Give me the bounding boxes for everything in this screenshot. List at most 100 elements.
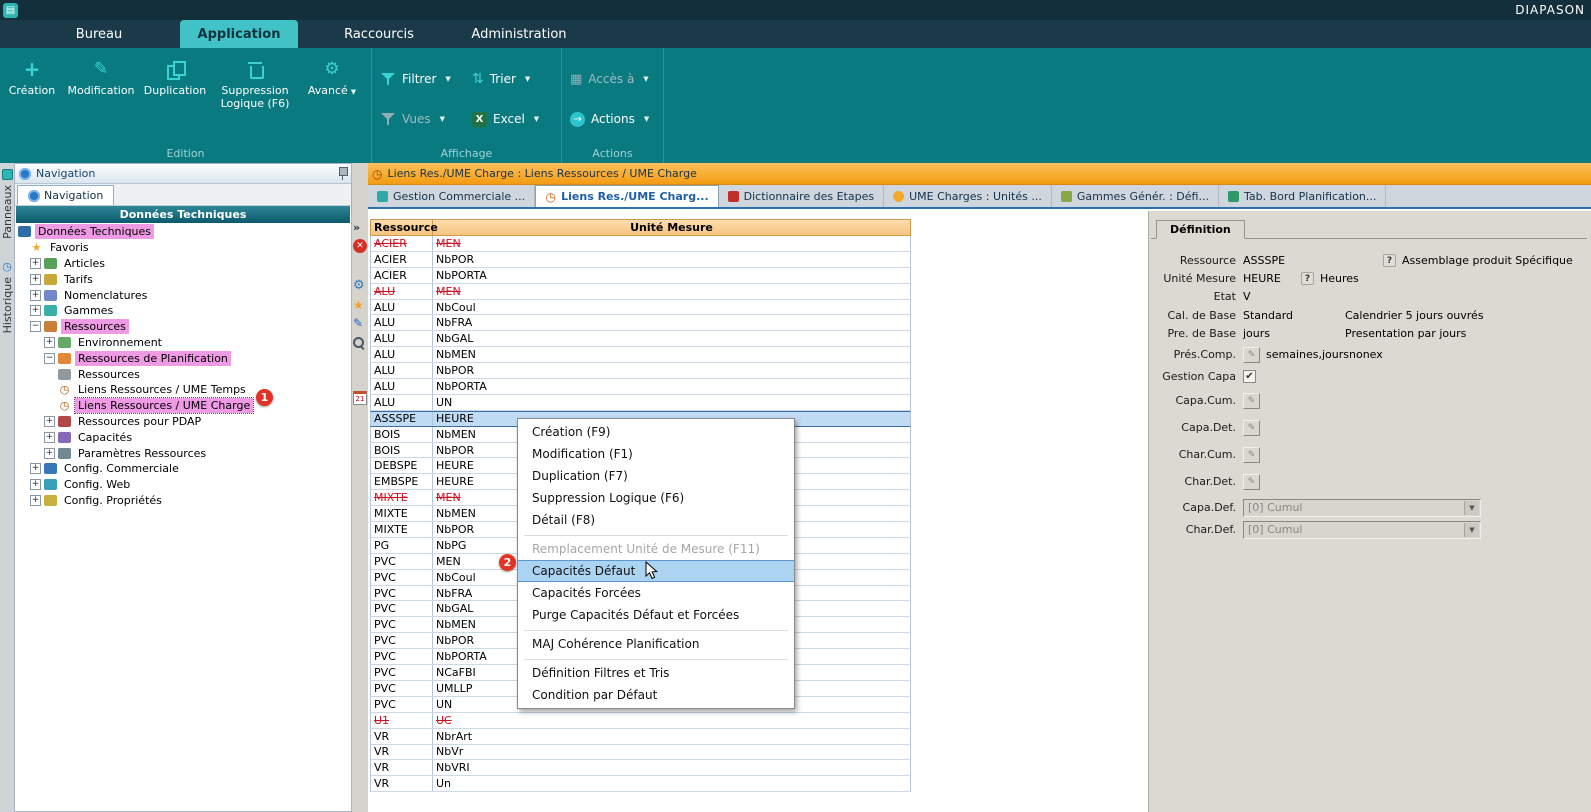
context-menu-item[interactable]: Remplacement Unité de Mesure (F11) <box>518 538 794 560</box>
tree-item[interactable]: Liens Ressources / UME Charge <box>15 398 351 414</box>
char-det-edit-button[interactable] <box>1243 474 1260 490</box>
collapse-panel-button[interactable]: » <box>353 221 360 234</box>
tree-item[interactable]: Données Techniques <box>15 224 351 240</box>
tree-item[interactable]: Gammes <box>15 303 351 319</box>
tab-definition[interactable]: Définition <box>1156 220 1245 239</box>
help-icon[interactable] <box>1301 272 1314 285</box>
tree-expander-icon[interactable] <box>30 290 41 301</box>
tree-expander-icon[interactable] <box>30 274 41 285</box>
document-tab[interactable]: UME Charges : Unités ... <box>884 185 1052 207</box>
capa-def-dropdown[interactable]: [0] Cumul ▼ <box>1243 499 1481 517</box>
context-menu-item[interactable]: Définition Filtres et Tris <box>518 662 794 684</box>
context-menu-item[interactable]: Duplication (F7) <box>518 465 794 487</box>
tree-expander-icon[interactable] <box>44 416 55 427</box>
historique-tab[interactable]: ◷ Historique <box>1 261 14 333</box>
table-row[interactable]: ALU NbMEN <box>370 347 911 363</box>
tab-administration[interactable]: Administration <box>460 20 578 48</box>
pin-icon[interactable] <box>338 167 347 180</box>
tab-raccourcis[interactable]: Raccourcis <box>320 20 438 48</box>
table-row[interactable]: VR Un <box>370 776 911 792</box>
tree-item[interactable]: Capacités <box>15 429 351 445</box>
document-tab[interactable]: Liens Res./UME Charg... <box>535 185 719 207</box>
tree-item[interactable]: Favoris <box>15 240 351 256</box>
table-row[interactable]: ALU NbPORTA <box>370 379 911 395</box>
table-row[interactable]: VR NbVRI <box>370 760 911 776</box>
tree-item[interactable]: Ressources <box>15 319 351 335</box>
document-tab[interactable]: Gammes Génér. : Défi... <box>1052 185 1219 207</box>
tree-expander-icon[interactable] <box>44 448 55 459</box>
excel-button[interactable]: X Excel ▼ <box>468 104 560 134</box>
gestion-capa-checkbox[interactable] <box>1243 370 1256 383</box>
search-icon[interactable] <box>353 337 366 350</box>
document-tab[interactable]: Tab. Bord Planification... <box>1219 185 1386 207</box>
context-menu-item[interactable]: Création (F9) <box>518 421 794 443</box>
context-menu-item[interactable]: MAJ Cohérence Planification <box>518 633 794 655</box>
context-menu-item[interactable]: Condition par Défaut <box>518 684 794 706</box>
tree-item[interactable]: Config. Commerciale <box>15 461 351 477</box>
suppression-button[interactable]: Suppression Logique (F6) <box>213 59 297 110</box>
actions-button[interactable]: → Actions ▼ <box>566 104 662 134</box>
tree-expander-icon[interactable] <box>30 495 41 506</box>
tree-item[interactable]: Paramètres Ressources <box>15 445 351 461</box>
capa-cum-edit-button[interactable] <box>1243 393 1260 409</box>
tree-expander-icon[interactable] <box>30 321 41 332</box>
edit-icon-button[interactable] <box>1243 347 1260 363</box>
navigation-tab[interactable]: Navigation <box>17 185 114 205</box>
vues-button[interactable]: Vues ▼ <box>376 104 468 134</box>
calendar-icon[interactable]: 21 <box>353 391 367 405</box>
tree-item[interactable]: Config. Propriétés <box>15 493 351 509</box>
table-row[interactable]: ALU NbFRA <box>370 315 911 331</box>
tree-item[interactable]: Ressources de Planification <box>15 350 351 366</box>
duplication-button[interactable]: Duplication <box>144 59 206 97</box>
table-row[interactable]: ALU NbGAL <box>370 331 911 347</box>
favorite-star-icon[interactable] <box>353 298 364 312</box>
filtrer-button[interactable]: Filtrer ▼ <box>376 64 468 94</box>
table-row[interactable]: VR NbVr <box>370 745 911 761</box>
document-tab[interactable]: Gestion Commerciale ... <box>368 185 535 207</box>
tree-expander-icon[interactable] <box>30 463 41 474</box>
tree-expander-icon[interactable] <box>30 305 41 316</box>
tree-item[interactable]: Tarifs <box>15 271 351 287</box>
context-menu-item[interactable]: Purge Capacités Défaut et Forcées <box>518 604 794 626</box>
context-menu-item[interactable]: Détail (F8) <box>518 509 794 531</box>
context-menu-item[interactable] <box>524 656 788 660</box>
column-header-ressource[interactable]: Ressource <box>371 220 433 235</box>
table-row[interactable]: ACIER MEN <box>370 236 911 252</box>
table-row[interactable]: ALU MEN <box>370 284 911 300</box>
document-tab[interactable]: Dictionnaire des Etapes <box>719 185 884 207</box>
table-row[interactable]: ACIER NbPORTA <box>370 268 911 284</box>
close-icon[interactable] <box>353 239 367 253</box>
table-row[interactable]: U1 UC <box>370 713 911 729</box>
tree-item[interactable]: Articles <box>15 256 351 272</box>
context-menu-item[interactable]: Modification (F1) <box>518 443 794 465</box>
tree-item[interactable]: Nomenclatures <box>15 287 351 303</box>
tree-item[interactable]: Ressources pour PDAP <box>15 414 351 430</box>
creation-button[interactable]: + Création <box>6 59 58 97</box>
char-cum-edit-button[interactable] <box>1243 447 1260 463</box>
char-def-dropdown[interactable]: [0] Cumul ▼ <box>1243 521 1481 539</box>
context-menu-item[interactable] <box>524 627 788 631</box>
table-row[interactable]: ALU NbCoul <box>370 300 911 316</box>
tree-expander-icon[interactable] <box>30 258 41 269</box>
tree-expander-icon[interactable] <box>30 479 41 490</box>
context-menu-item[interactable] <box>524 532 788 536</box>
modification-button[interactable]: ✎ Modification <box>65 59 137 97</box>
panneaux-tab[interactable]: Panneaux <box>1 169 14 239</box>
table-row[interactable]: VR NbrArt <box>370 729 911 745</box>
context-menu-item[interactable]: Capacités Forcées <box>518 582 794 604</box>
tree-expander-icon[interactable] <box>44 353 55 364</box>
tree-item[interactable]: Liens Ressources / UME Temps <box>15 382 351 398</box>
table-row[interactable]: ALU UN <box>370 395 911 411</box>
column-header-unite-mesure[interactable]: Unité Mesure <box>433 221 910 234</box>
settings-gear-icon[interactable] <box>353 278 365 293</box>
table-row[interactable]: ALU NbPOR <box>370 363 911 379</box>
avance-button[interactable]: ⚙ Avancé▼ <box>304 59 360 97</box>
table-row[interactable]: ACIER NbPOR <box>370 252 911 268</box>
help-icon[interactable] <box>1383 254 1396 267</box>
tab-application[interactable]: Application <box>180 20 298 48</box>
tab-bureau[interactable]: Bureau <box>40 20 158 48</box>
edit-pen-icon[interactable] <box>353 316 363 330</box>
capa-det-edit-button[interactable] <box>1243 420 1260 436</box>
tree-expander-icon[interactable] <box>44 337 55 348</box>
tree-item[interactable]: Ressources <box>15 366 351 382</box>
